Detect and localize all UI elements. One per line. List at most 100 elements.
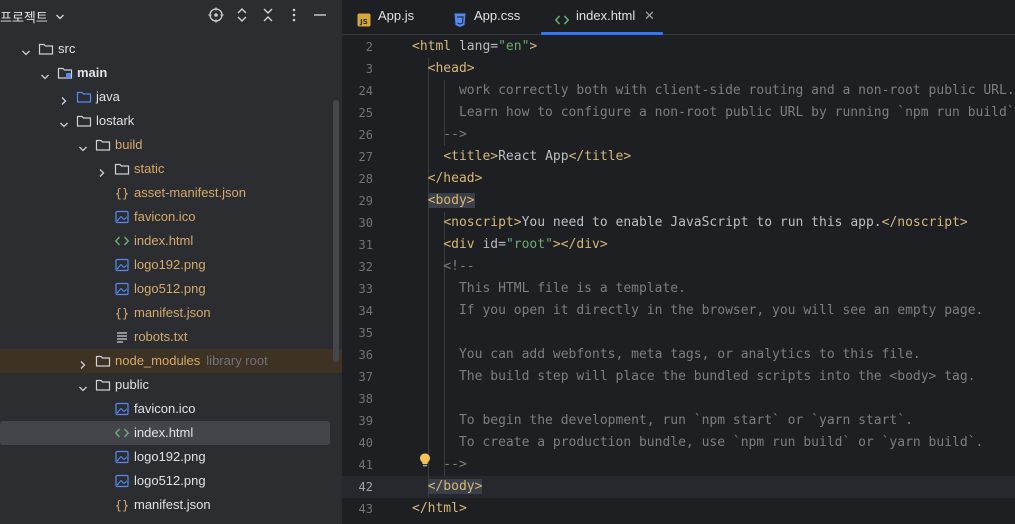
tree-item-text: manifest.json — [134, 497, 211, 512]
tree-item-note: library root — [206, 353, 268, 368]
hide-icon[interactable] — [311, 6, 329, 24]
line-number: 38 — [358, 392, 373, 406]
code-area[interactable]: <html lang="en"> <head> work correctly b… — [412, 36, 1015, 520]
code-line: </body> — [427, 479, 483, 494]
chevron-down-icon[interactable] — [20, 43, 32, 56]
line-number: 2 — [365, 40, 373, 54]
code-line: Learn how to configure a non-root public… — [412, 105, 1015, 120]
line-number: 30 — [358, 216, 373, 230]
json-file-icon: {} — [114, 497, 130, 513]
locate-icon[interactable] — [207, 6, 225, 24]
code-line: <!-- — [412, 259, 475, 274]
tree-item-robots-txt[interactable]: robots.txt — [0, 325, 342, 349]
tree-item-label: manifest.json — [134, 301, 211, 325]
folder-icon — [76, 113, 92, 129]
collapse-all-icon[interactable] — [259, 6, 277, 24]
html-file-icon — [554, 8, 570, 25]
chevron-down-icon[interactable] — [77, 379, 89, 392]
tree-item-text: favicon.ico — [134, 209, 196, 224]
tree-item-label: src — [58, 37, 75, 61]
line-number: 33 — [358, 282, 373, 296]
tree-item-text: logo512.png — [134, 473, 206, 488]
chevron-right-icon[interactable] — [58, 91, 70, 105]
chevron-right-icon[interactable] — [77, 355, 89, 369]
svg-text:JS: JS — [359, 18, 368, 26]
code-line: The build step will place the bundled sc… — [412, 369, 976, 384]
lightbulb-icon[interactable] — [418, 452, 432, 468]
tree-item-node-modules[interactable]: node_modules library root — [0, 349, 342, 373]
json-file-icon: {} — [114, 305, 130, 321]
tree-item-label: java — [96, 85, 120, 109]
svg-text:{}: {} — [115, 499, 129, 513]
chevron-down-icon[interactable] — [39, 67, 51, 80]
code-line: To begin the development, run `npm start… — [412, 413, 913, 428]
tree-item-src[interactable]: src — [0, 37, 342, 61]
tree-item-asset-manifest-json[interactable]: {} asset-manifest.json — [0, 181, 342, 205]
line-number: 40 — [358, 436, 373, 450]
folder-icon — [38, 41, 54, 57]
code-line: You can add webfonts, meta tags, or anal… — [412, 347, 921, 362]
code-line: </html> — [412, 501, 467, 516]
tree-item-logo192-png[interactable]: logo192.png — [0, 253, 342, 277]
line-number: 43 — [358, 502, 373, 516]
tree-item-label: lostark — [96, 109, 134, 133]
code-line: work correctly both with client-side rou… — [412, 83, 1015, 98]
line-number: 35 — [358, 326, 373, 340]
line-number: 28 — [358, 172, 373, 186]
tree-item-logo192-png[interactable]: logo192.png — [0, 445, 342, 469]
json-file-icon: {} — [114, 185, 130, 201]
html-file-icon — [114, 233, 130, 249]
source-folder-icon — [76, 89, 92, 105]
code-line: --> — [412, 127, 467, 142]
editor-tab-bar: JS App.js App.css index.html ✕ — [342, 0, 1015, 35]
close-tab-icon[interactable]: ✕ — [644, 0, 655, 32]
tree-item-text: manifest.json — [134, 305, 211, 320]
tree-item-static[interactable]: static — [0, 157, 342, 181]
tree-item-text: index.html — [134, 233, 194, 248]
tree-item-logo512-png[interactable]: logo512.png — [0, 469, 342, 493]
expand-all-icon[interactable] — [233, 6, 251, 24]
code-line: <head> — [427, 61, 475, 76]
tree-item-favicon-ico[interactable]: favicon.ico — [0, 205, 342, 229]
tree-item-index-html[interactable]: index.html — [0, 229, 342, 253]
line-number: 42 — [358, 480, 373, 494]
html-file-icon — [114, 425, 130, 441]
tree-item-main[interactable]: main — [0, 61, 342, 85]
tree-item-favicon-ico[interactable]: favicon.ico — [0, 397, 342, 421]
code-line: <title>React App</title> — [443, 149, 632, 164]
tree-item-text: asset-manifest.json — [134, 185, 246, 200]
chevron-right-icon[interactable] — [96, 163, 108, 177]
tree-item-text: index.html — [134, 425, 194, 440]
tree-item-index-html[interactable]: index.html — [0, 421, 342, 445]
tree-item-lostark[interactable]: lostark — [0, 109, 342, 133]
tree-item-label: build — [115, 133, 142, 157]
tree-item-label: public — [115, 373, 149, 397]
folder-icon — [95, 137, 111, 153]
chevron-down-icon[interactable] — [77, 139, 89, 152]
tree-item-label: index.html — [134, 421, 193, 445]
line-number: 29 — [358, 194, 373, 208]
tree-item-manifest-json[interactable]: {} manifest.json — [0, 301, 342, 325]
tree-item-manifest-json[interactable]: {} manifest.json — [0, 493, 342, 517]
project-scrollbar[interactable] — [333, 100, 339, 362]
tree-item-label: logo512.png — [134, 277, 206, 301]
chevron-down-icon[interactable] — [58, 115, 70, 128]
tree-item-java[interactable]: java — [0, 85, 342, 109]
folder-icon — [95, 353, 111, 369]
tree-item-text: src — [58, 41, 76, 56]
image-file-icon — [114, 449, 130, 465]
tree-item-build[interactable]: build — [0, 133, 342, 157]
tree-item-text: lostark — [96, 113, 135, 128]
tree-item-label: favicon.ico — [134, 205, 195, 229]
tree-item-text: logo512.png — [134, 281, 206, 296]
tree-item-public[interactable]: public — [0, 373, 342, 397]
tree-item-text: favicon.ico — [134, 401, 196, 416]
tree-item-logo512-png[interactable]: logo512.png — [0, 277, 342, 301]
code-line: If you open it directly in the browser, … — [412, 303, 984, 318]
project-view-selector[interactable]: 프로젝트 — [0, 7, 65, 26]
tree-item-text: main — [77, 65, 108, 80]
line-number: 3 — [365, 62, 373, 76]
line-number: 31 — [358, 238, 373, 252]
more-options-icon[interactable] — [285, 6, 303, 24]
code-line: <html lang="en"> — [412, 39, 538, 54]
